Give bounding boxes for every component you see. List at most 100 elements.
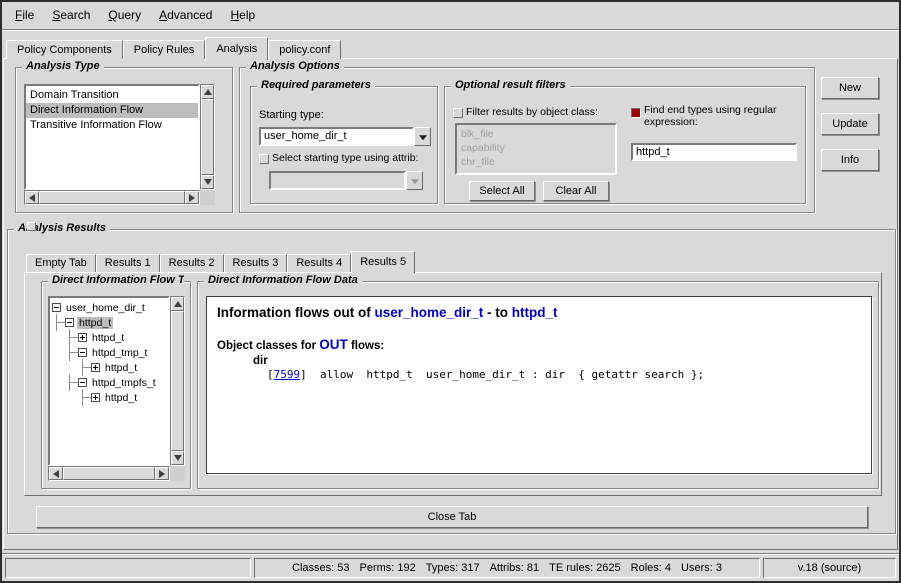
- flow-direction: OUT: [319, 337, 348, 352]
- results-tab-results-5[interactable]: Results 5: [351, 251, 415, 273]
- update-button[interactable]: Update: [821, 113, 879, 135]
- analysis-type-option[interactable]: Direct Information Flow: [26, 103, 198, 118]
- chevron-down-icon[interactable]: [414, 127, 431, 146]
- minus-expander-icon[interactable]: [78, 378, 87, 387]
- tree-node-label[interactable]: httpd_t: [103, 362, 139, 374]
- flow-data-text[interactable]: Information flows out of user_home_dir_t…: [206, 296, 872, 474]
- scroll-left-icon[interactable]: [25, 191, 39, 204]
- select-all-button[interactable]: Select All: [469, 181, 535, 201]
- scroll-up-icon[interactable]: [171, 297, 184, 311]
- tree-node-label[interactable]: httpd_t: [103, 392, 139, 404]
- tree-vscrollbar[interactable]: [170, 296, 185, 466]
- tree-row[interactable]: httpd_t: [50, 390, 168, 405]
- menu-file[interactable]: File: [6, 4, 43, 26]
- analysis-type-option[interactable]: Transitive Information Flow: [26, 118, 198, 133]
- results-tab-results-2[interactable]: Results 2: [160, 254, 224, 272]
- target-type: httpd_t: [512, 305, 558, 320]
- tree-node-label[interactable]: httpd_tmpfs_t: [90, 377, 158, 389]
- tree-node-label[interactable]: httpd_t: [90, 332, 126, 344]
- menu-search[interactable]: Search: [43, 4, 99, 26]
- menu-query[interactable]: Query: [99, 4, 150, 26]
- scrollbar-track[interactable]: [171, 311, 184, 451]
- rule-bracket-close: ]: [300, 368, 307, 381]
- results-tab-empty-tab[interactable]: Empty Tab: [26, 254, 96, 272]
- scrollbar-thumb[interactable]: [201, 99, 214, 175]
- scroll-down-icon[interactable]: [171, 451, 184, 465]
- starting-type-label: Starting type:: [259, 109, 324, 121]
- rule-number-link[interactable]: 7599: [274, 368, 301, 381]
- tree-row[interactable]: httpd_tmp_t: [50, 345, 168, 360]
- new-button[interactable]: New: [821, 77, 879, 99]
- optional-filters-title: Optional result filters: [451, 79, 570, 91]
- pane-resize-handle[interactable]: [27, 222, 36, 231]
- flow-heading: Information flows out of user_home_dir_t…: [217, 305, 861, 320]
- rule-text: allow httpd_t user_home_dir_t : dir { ge…: [307, 368, 704, 381]
- tab-analysis[interactable]: Analysis: [205, 37, 268, 60]
- optional-filters-group: Optional result filters Filter results b…: [444, 86, 806, 204]
- tree-row[interactable]: httpd_t: [50, 330, 168, 345]
- tree-node-label[interactable]: user_home_dir_t: [64, 302, 147, 314]
- analysis-type-vscrollbar[interactable]: [200, 84, 215, 190]
- minus-expander-icon[interactable]: [65, 318, 74, 327]
- status-stat: Classes: 53: [292, 562, 349, 574]
- tab-policy-rules[interactable]: Policy Rules: [123, 40, 206, 59]
- results-tab-results-3[interactable]: Results 3: [224, 254, 288, 272]
- tab-policy-conf[interactable]: policy.conf: [268, 40, 341, 59]
- analysis-type-title: Analysis Type: [22, 60, 104, 72]
- analysis-options-group: Analysis Options Required parameters Sta…: [239, 67, 815, 213]
- scrollbar-thumb[interactable]: [63, 467, 155, 480]
- tree-row[interactable]: httpd_tmpfs_t: [50, 375, 168, 390]
- tree-hscrollbar[interactable]: [48, 466, 170, 481]
- scrollbar-thumb[interactable]: [171, 311, 184, 451]
- status-stat: Roles: 4: [631, 562, 671, 574]
- version-text: v.18 (source): [798, 562, 861, 574]
- regex-checkbox-label: Find end types using regular expression:: [644, 104, 802, 128]
- scroll-left-icon[interactable]: [49, 467, 63, 480]
- source-type: user_home_dir_t: [374, 305, 483, 320]
- tree-row[interactable]: user_home_dir_t: [50, 300, 168, 315]
- filter-object-class-label: Filter results by object class:: [466, 106, 598, 118]
- regex-input[interactable]: [631, 143, 797, 161]
- scrollbar-track[interactable]: [63, 467, 155, 480]
- object-class-option: chr_file: [457, 155, 615, 169]
- scroll-up-icon[interactable]: [201, 85, 214, 99]
- minus-expander-icon[interactable]: [52, 303, 61, 312]
- regex-checkbox[interactable]: [631, 108, 641, 118]
- plus-expander-icon[interactable]: [91, 363, 100, 372]
- results-tab-results-4[interactable]: Results 4: [287, 254, 351, 272]
- results-content-panel: Direct Information Flow T user_home_dir_…: [24, 272, 882, 496]
- scrollbar-track[interactable]: [39, 191, 185, 204]
- tree-row[interactable]: httpd_t: [50, 315, 168, 330]
- flow-tree[interactable]: user_home_dir_t httpd_t httpd_t httpd_tmp_t…: [48, 296, 170, 466]
- starting-type-value[interactable]: user_home_dir_t: [259, 127, 414, 146]
- scroll-right-icon[interactable]: [155, 467, 169, 480]
- attrib-checkbox[interactable]: [259, 154, 269, 164]
- object-class-option: capability: [457, 141, 615, 155]
- menu-help[interactable]: Help: [221, 4, 264, 26]
- scroll-down-icon[interactable]: [201, 175, 214, 189]
- scroll-right-icon[interactable]: [185, 191, 199, 204]
- minus-expander-icon[interactable]: [78, 348, 87, 357]
- status-panel-left: [5, 558, 251, 578]
- tree-node-label[interactable]: httpd_t: [77, 317, 113, 329]
- starting-type-combobox[interactable]: user_home_dir_t: [259, 127, 431, 146]
- tree-node-label[interactable]: httpd_tmp_t: [90, 347, 149, 359]
- plus-expander-icon[interactable]: [78, 333, 87, 342]
- menu-advanced[interactable]: Advanced: [150, 4, 221, 26]
- object-class-list: blk_filecapabilitychr_file: [455, 123, 617, 175]
- tab-policy-components[interactable]: Policy Components: [6, 40, 123, 59]
- close-tab-button[interactable]: Close Tab: [36, 506, 868, 528]
- analysis-type-hscrollbar[interactable]: [24, 190, 200, 205]
- filter-object-class-checkbox[interactable]: [453, 108, 463, 118]
- scrollbar-track[interactable]: [201, 99, 214, 175]
- info-button[interactable]: Info: [821, 149, 879, 171]
- scrollbar-thumb[interactable]: [39, 191, 185, 204]
- object-class-option: blk_file: [457, 127, 615, 141]
- results-tab-results-1[interactable]: Results 1: [96, 254, 160, 272]
- attrib-combobox-value: [269, 171, 406, 190]
- plus-expander-icon[interactable]: [91, 393, 100, 402]
- tree-row[interactable]: httpd_t: [50, 360, 168, 375]
- analysis-type-list[interactable]: Domain TransitionDirect Information Flow…: [24, 84, 200, 190]
- clear-all-button[interactable]: Clear All: [543, 181, 609, 201]
- analysis-type-option[interactable]: Domain Transition: [26, 88, 198, 103]
